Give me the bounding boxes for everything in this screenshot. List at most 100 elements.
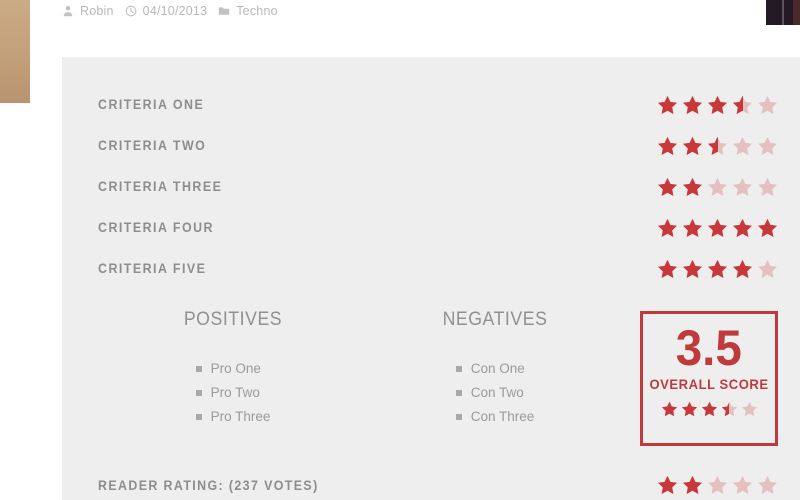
user-icon: [62, 5, 74, 17]
meta-date[interactable]: 04/10/2013: [125, 4, 208, 18]
star-full-icon: [657, 177, 678, 197]
negatives-title: NEGATIVES: [442, 309, 548, 330]
star-empty-icon: [707, 177, 728, 197]
star-full-icon: [682, 475, 703, 495]
star-full-icon: [732, 259, 753, 279]
star-full-icon: [682, 177, 703, 197]
star-full-icon: [732, 218, 753, 238]
thumbnail-edge: [793, 0, 800, 25]
positive-item: Pro Two: [195, 381, 271, 405]
reader-rating-stars[interactable]: [657, 475, 778, 495]
star-empty-icon: [757, 95, 778, 115]
criteria-row: CRITERIA FIVE: [98, 248, 778, 289]
negative-item: Con Two: [455, 381, 535, 405]
star-half-icon: [732, 95, 753, 115]
criteria-label: CRITERIA FOUR: [98, 220, 214, 235]
star-empty-icon: [757, 259, 778, 279]
star-empty-icon: [741, 401, 758, 417]
star-empty-icon: [757, 177, 778, 197]
star-rating: [657, 177, 778, 197]
review-panel: CRITERIA ONE CRITERIA TWO CRITERIA THREE CR…: [62, 57, 800, 500]
positives-title: POSITIVES: [183, 309, 283, 330]
positive-item-label: Pro Two: [210, 385, 260, 400]
reader-rating-row: READER RATING: (237 VOTES): [98, 475, 778, 495]
star-full-icon: [682, 218, 703, 238]
negative-item: Con Three: [455, 405, 535, 429]
bullet-icon: [455, 366, 462, 372]
reader-rating-label: READER RATING: (237 VOTES): [98, 477, 319, 493]
post-meta: Robin 04/10/2013 Techno: [62, 0, 278, 22]
positives-list: Pro One Pro Two Pro Three: [195, 357, 271, 429]
criteria-label: CRITERIA FIVE: [98, 261, 207, 276]
star-full-icon: [757, 218, 778, 238]
folder-icon: [218, 5, 230, 17]
positive-item-label: Pro Three: [210, 409, 271, 424]
negative-item: Con One: [455, 357, 535, 381]
star-empty-icon: [757, 475, 778, 495]
star-empty-icon: [707, 475, 728, 495]
overall-score-value: 3.5: [675, 320, 743, 376]
star-empty-icon: [732, 136, 753, 156]
star-full-icon: [682, 136, 703, 156]
criteria-row: CRITERIA TWO: [98, 125, 778, 166]
meta-author-label: Robin: [80, 4, 114, 18]
star-empty-icon: [757, 136, 778, 156]
star-full-icon: [707, 95, 728, 115]
positives-column: POSITIVES Pro One Pro Two Pro Three: [102, 309, 364, 429]
bullet-icon: [195, 366, 202, 372]
meta-category[interactable]: Techno: [218, 4, 278, 18]
bullet-icon: [455, 390, 462, 396]
negative-item-label: Con Three: [470, 409, 535, 424]
negative-item-label: Con Two: [470, 385, 524, 400]
clock-icon: [125, 5, 137, 17]
star-rating: [657, 475, 778, 495]
star-rating: [657, 136, 778, 156]
meta-category-label: Techno: [236, 4, 278, 18]
star-full-icon: [707, 218, 728, 238]
star-empty-icon: [732, 475, 753, 495]
star-full-icon: [701, 401, 718, 417]
star-full-icon: [681, 401, 698, 417]
meta-author[interactable]: Robin: [62, 4, 114, 18]
bullet-icon: [455, 414, 462, 420]
positive-item-label: Pro One: [210, 361, 261, 376]
negatives-list: Con One Con Two Con Three: [455, 357, 535, 429]
star-rating: [657, 95, 778, 115]
star-empty-icon: [732, 177, 753, 197]
positive-item: Pro Three: [195, 405, 271, 429]
star-half-icon: [707, 136, 728, 156]
corner-thumbnail-image: [766, 0, 800, 25]
bullet-icon: [195, 390, 202, 396]
thumbnail-streak: [781, 0, 784, 25]
overall-score-stars: [661, 401, 758, 417]
star-rating: [661, 401, 758, 417]
criteria-label: CRITERIA THREE: [98, 179, 223, 194]
star-full-icon: [682, 95, 703, 115]
star-full-icon: [657, 475, 678, 495]
star-full-icon: [657, 95, 678, 115]
star-rating: [657, 259, 778, 279]
meta-date-label: 04/10/2013: [142, 4, 208, 18]
left-accent-bar: [0, 0, 30, 103]
star-full-icon: [707, 259, 728, 279]
star-full-icon: [682, 259, 703, 279]
positive-item: Pro One: [195, 357, 271, 381]
criteria-label: CRITERIA ONE: [98, 97, 205, 112]
pros-cons-score-section: POSITIVES Pro One Pro Two Pro Three NEGATI…: [98, 309, 778, 446]
star-full-icon: [657, 218, 678, 238]
star-rating: [657, 218, 778, 238]
star-full-icon: [657, 136, 678, 156]
criteria-row: CRITERIA THREE: [98, 166, 778, 207]
criteria-list: CRITERIA ONE CRITERIA TWO CRITERIA THREE CR…: [98, 84, 778, 289]
star-full-icon: [661, 401, 678, 417]
negatives-column: NEGATIVES Con One Con Two Con Three: [364, 309, 626, 429]
criteria-row: CRITERIA FOUR: [98, 207, 778, 248]
star-half-icon: [721, 401, 738, 417]
star-full-icon: [657, 259, 678, 279]
criteria-label: CRITERIA TWO: [98, 138, 207, 153]
bullet-icon: [195, 414, 202, 420]
overall-score-box: 3.5 OVERALL SCORE: [640, 311, 778, 446]
criteria-row: CRITERIA ONE: [98, 84, 778, 125]
overall-score-label: OVERALL SCORE: [649, 376, 769, 392]
negative-item-label: Con One: [470, 361, 525, 376]
